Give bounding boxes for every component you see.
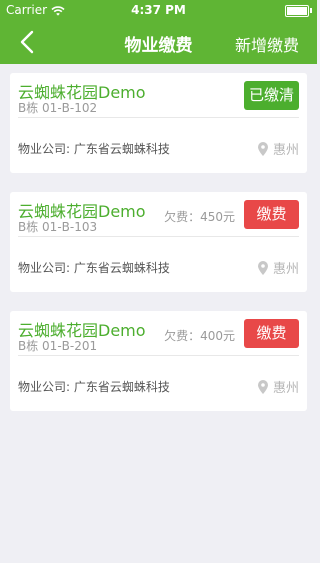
amount-owed: 欠费：450元 — [164, 210, 235, 224]
city-label: 惠州 — [272, 381, 299, 396]
unit-number: B栋 01-B-102 — [18, 101, 98, 115]
status-time: 4:37 PM — [131, 3, 186, 17]
unit-number: B栋 01-B-201 — [18, 339, 98, 353]
battery-tip — [310, 8, 312, 13]
property-company: 物业公司: 广东省云蜘蛛科技 — [18, 380, 170, 394]
pay-button[interactable]: 缴费 — [244, 319, 299, 348]
divider — [18, 355, 299, 356]
amount-owed: 欠费：400元 — [164, 329, 235, 343]
divider — [18, 117, 299, 118]
city-location: 惠州 — [257, 258, 299, 279]
city-label: 惠州 — [272, 143, 299, 158]
property-card[interactable]: 云蜘蛛花园Demo B栋 01-B-102 已缴清 物业公司: 广东省云蜘蛛科技… — [10, 73, 307, 173]
add-payment-button[interactable]: 新增缴费 — [235, 32, 299, 56]
city-label: 惠州 — [272, 262, 299, 277]
property-card[interactable]: 云蜘蛛花园Demo B栋 01-B-201 欠费：400元 缴费 物业公司: 广… — [10, 311, 307, 411]
location-pin-icon — [257, 142, 268, 160]
city-location: 惠州 — [257, 377, 299, 398]
property-card[interactable]: 云蜘蛛花园Demo B栋 01-B-103 欠费：450元 缴费 物业公司: 广… — [10, 192, 307, 292]
divider — [18, 236, 299, 237]
unit-number: B栋 01-B-103 — [18, 220, 98, 234]
city-location: 惠州 — [257, 139, 299, 160]
location-pin-icon — [257, 380, 268, 398]
location-pin-icon — [257, 261, 268, 279]
battery-icon — [285, 5, 309, 17]
status-bar: Carrier 4:37 PM — [0, 0, 317, 20]
property-company: 物业公司: 广东省云蜘蛛科技 — [18, 142, 170, 156]
paid-status-button[interactable]: 已缴清 — [244, 81, 299, 110]
pay-button[interactable]: 缴费 — [244, 200, 299, 229]
property-company: 物业公司: 广东省云蜘蛛科技 — [18, 261, 170, 275]
navigation-bar: 物业缴费 新增缴费 — [0, 20, 317, 64]
